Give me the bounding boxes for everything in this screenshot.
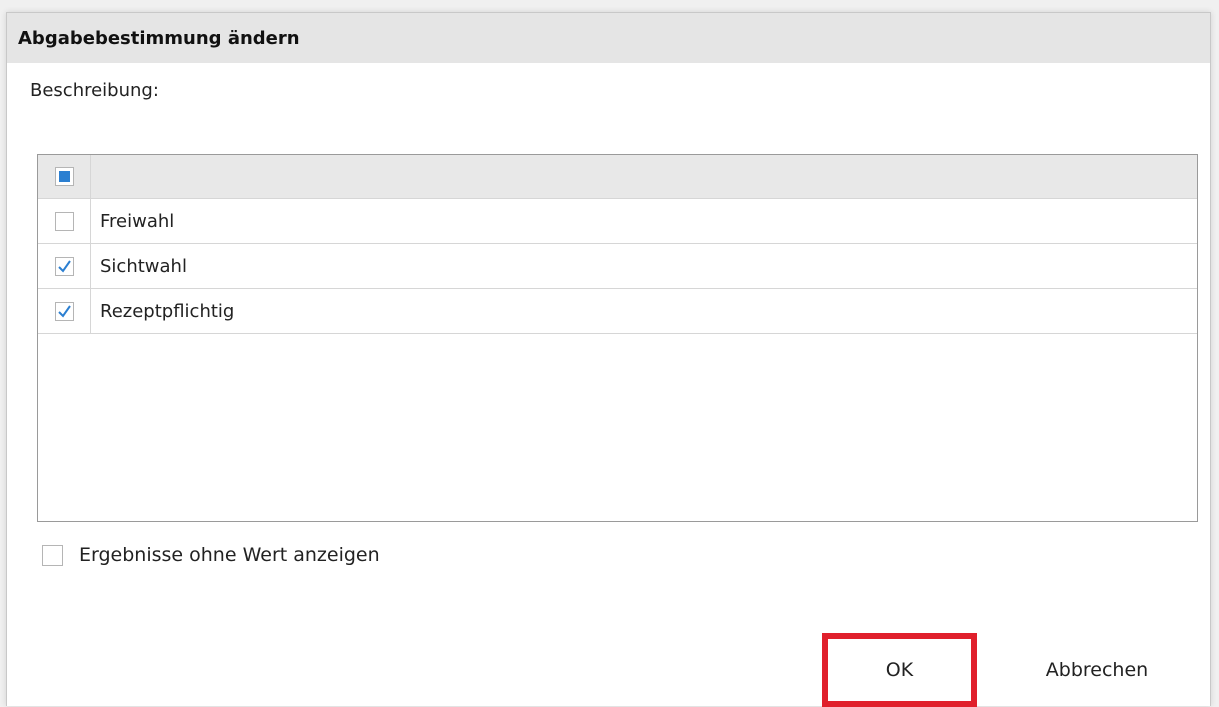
description-label: Beschreibung: [30, 80, 159, 101]
dialog-titlebar: Abgabebestimmung ändern [7, 13, 1210, 63]
rezeptpflichtig-checkbox[interactable] [54, 301, 74, 321]
list-item-label: Sichtwahl [100, 255, 187, 277]
list-header [38, 155, 1197, 199]
dialog-title: Abgabebestimmung ändern [18, 27, 300, 49]
show-empty-checkbox[interactable] [42, 544, 63, 566]
list-item-label: Freiwahl [100, 210, 175, 232]
ok-button[interactable]: OK [822, 633, 977, 707]
row-checkbox-cell [38, 289, 91, 333]
checkmark-icon [57, 259, 71, 273]
option-listbox: Freiwahl Sichtwahl Rezeptpflichtig [37, 154, 1198, 522]
show-empty-label: Ergebnisse ohne Wert anzeigen [79, 544, 380, 566]
list-item-freiwahl[interactable]: Freiwahl [38, 199, 1197, 244]
freiwahl-checkbox[interactable] [54, 211, 74, 231]
partial-check-icon [58, 171, 70, 182]
sichtwahl-checkbox[interactable] [54, 256, 74, 276]
header-checkbox-cell [38, 155, 91, 198]
select-all-checkbox[interactable] [54, 167, 74, 186]
show-empty-option[interactable]: Ergebnisse ohne Wert anzeigen [42, 544, 380, 566]
cancel-button[interactable]: Abbrechen [1022, 633, 1172, 707]
list-item-sichtwahl[interactable]: Sichtwahl [38, 244, 1197, 289]
checkmark-icon [57, 304, 71, 318]
row-checkbox-cell [38, 199, 91, 243]
list-item-rezeptpflichtig[interactable]: Rezeptpflichtig [38, 289, 1197, 334]
dialog: Abgabebestimmung ändern Beschreibung: Fr… [6, 12, 1211, 707]
list-item-label: Rezeptpflichtig [100, 300, 235, 322]
row-checkbox-cell [38, 244, 91, 288]
